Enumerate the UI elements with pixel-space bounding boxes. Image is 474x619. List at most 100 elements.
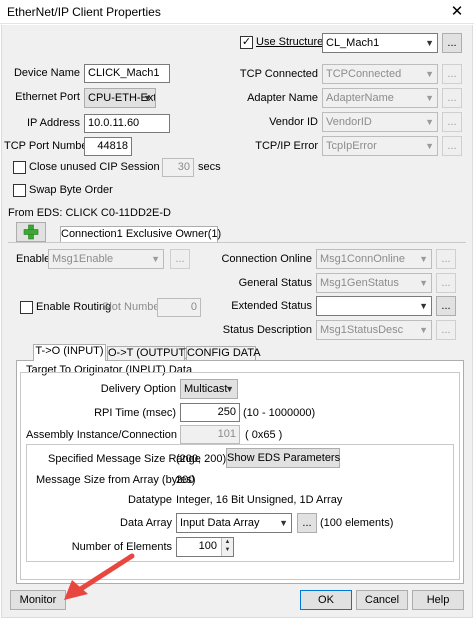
number-of-elements-spinner[interactable]: ▲ ▼ [221,538,233,556]
slot-number-label: Slot Number [102,301,164,313]
slot-number-field[interactable]: 0 [157,298,201,317]
data-array-select[interactable]: Input Data Array ▼ [176,513,292,533]
close-unused-unit: secs [198,161,221,173]
chevron-down-icon: ▼ [425,117,434,127]
adapter-name-value: AdapterName [326,92,394,104]
connection-online-browse-button[interactable]: ... [436,249,456,269]
ip-address-field[interactable]: 10.0.11.60 [84,114,170,133]
vendor-id-value: VendorID [326,116,372,128]
tcpip-error-label: TCP/IP Error [255,140,318,152]
tab-input[interactable]: T->O (INPUT) [33,344,106,361]
structure-value: CL_Mach1 [326,37,380,49]
datatype-value: Integer, 16 Bit Unsigned, 1D Array [176,494,343,506]
chevron-down-icon: ▼ [143,93,152,103]
tcpip-error-browse-button[interactable]: ... [442,136,462,156]
vendor-id-browse-button[interactable]: ... [442,112,462,132]
general-status-browse-button[interactable]: ... [436,273,456,293]
device-name-label: Device Name [13,67,80,79]
general-status-select[interactable]: Msg1GenStatus ▼ [316,273,432,293]
assembly-instance-label: Assembly Instance/Connection Point [26,429,206,441]
tab-output[interactable]: O->T (OUTPUT) [107,346,189,361]
ethernet-port-label: Ethernet Port [15,91,80,103]
chevron-down-icon: ▼ [425,69,434,79]
connection-online-value: Msg1ConnOnline [320,253,405,265]
chevron-down-icon: ▼ [419,301,428,311]
assembly-instance-field[interactable]: 101 [180,425,240,444]
from-eds-label: From EDS: CLICK C0-11DD2E-D [8,207,171,219]
tab-config-data[interactable]: CONFIG DATA [186,346,261,361]
general-status-value: Msg1GenStatus [320,277,399,289]
extended-status-select[interactable]: ▼ [316,296,432,316]
extended-status-browse-button[interactable]: ... [436,296,456,316]
use-structure-checkbox[interactable]: ✓ [240,36,253,49]
enable-select[interactable]: Msg1Enable ▼ [48,249,164,269]
tcp-connected-value: TCPConnected [326,68,402,80]
rpi-time-label: RPI Time (msec) [94,407,176,419]
rpi-time-range: (10 - 1000000) [243,407,316,419]
tcpip-error-value: TcpIpError [326,140,377,152]
device-name-field[interactable]: CLICK_Mach1 [84,64,170,83]
enable-label: Enable [16,253,51,265]
status-description-browse-button[interactable]: ... [436,320,456,340]
enable-routing-label: Enable Routing [36,301,112,313]
close-unused-checkbox[interactable] [13,161,26,174]
assembly-instance-hex: ( 0x65 ) [245,429,283,441]
extended-status-label: Extended Status [231,300,312,312]
status-description-select[interactable]: Msg1StatusDesc ▼ [316,320,432,340]
structure-select[interactable]: CL_Mach1 ▼ [322,33,438,53]
show-eds-parameters-button[interactable]: Show EDS Parameters [226,448,340,468]
ok-button[interactable]: OK [300,590,352,610]
data-array-browse-button[interactable]: ... [297,513,317,533]
help-button[interactable]: Help [412,590,464,610]
chevron-down-icon: ▼ [425,38,434,48]
data-array-label: Data Array [120,517,172,529]
enable-routing-checkbox[interactable] [20,301,33,314]
chevron-down-icon: ▼ [419,278,428,288]
enable-value: Msg1Enable [52,253,114,265]
status-description-label: Status Description [222,324,312,336]
chevron-down-icon: ▼ [279,518,288,528]
structure-browse-button[interactable]: ... [442,33,462,53]
close-unused-seconds-field[interactable]: 30 [162,158,194,177]
connection-divider [8,242,466,243]
swap-byte-checkbox[interactable] [13,184,26,197]
chevron-down-icon: ▼ [425,141,434,151]
add-connection-button[interactable] [16,222,46,242]
cancel-button[interactable]: Cancel [356,590,408,610]
window-title: EtherNet/IP Client Properties [7,5,161,19]
tcp-port-label: TCP Port Number [4,140,92,152]
status-description-value: Msg1StatusDesc [320,324,404,336]
delivery-option-label: Delivery Option [100,383,176,395]
message-size-array-label: Message Size from Array (bytes) [36,474,196,486]
tcp-connected-label: TCP Connected [239,68,318,80]
use-structure-label: Use Structure [256,36,324,48]
connection-online-select[interactable]: Msg1ConnOnline ▼ [316,249,432,269]
adapter-name-browse-button[interactable]: ... [442,88,462,108]
vendor-id-select[interactable]: VendorID ▼ [322,112,438,132]
rpi-time-field[interactable]: 250 [180,403,240,422]
ip-address-label: IP Address [27,117,80,129]
chevron-down-icon: ▼ [419,325,428,335]
chevron-down-icon: ▼ [419,254,428,264]
adapter-name-select[interactable]: AdapterName ▼ [322,88,438,108]
close-icon[interactable]: ✕ [444,1,470,23]
annotation-arrow-icon [64,553,135,600]
tcp-connected-select[interactable]: TCPConnected ▼ [322,64,438,84]
delivery-option-select[interactable]: Multicast ▼ [180,379,238,399]
chevron-down-icon: ▼ [151,254,160,264]
tcpip-error-select[interactable]: TcpIpError ▼ [322,136,438,156]
vendor-id-label: Vendor ID [269,116,318,128]
tcp-connected-browse-button[interactable]: ... [442,64,462,84]
data-array-value: Input Data Array [180,517,260,529]
delivery-option-value: Multicast [184,383,228,395]
message-size-array-value: 200 [176,474,195,486]
enable-browse-button[interactable]: ... [170,249,190,269]
ethernet-port-select[interactable]: CPU-ETH-Ext ▼ [84,88,156,108]
tab-connection1[interactable]: Connection1 Exclusive Owner(1) [60,226,221,242]
adapter-name-label: Adapter Name [247,92,318,104]
tcp-port-field[interactable]: 44818 [84,137,132,156]
connection-online-label: Connection Online [221,253,312,265]
message-size-range-value: (200, 200) [176,453,227,465]
add-connection-icon [23,224,39,240]
general-status-label: General Status [238,277,312,289]
